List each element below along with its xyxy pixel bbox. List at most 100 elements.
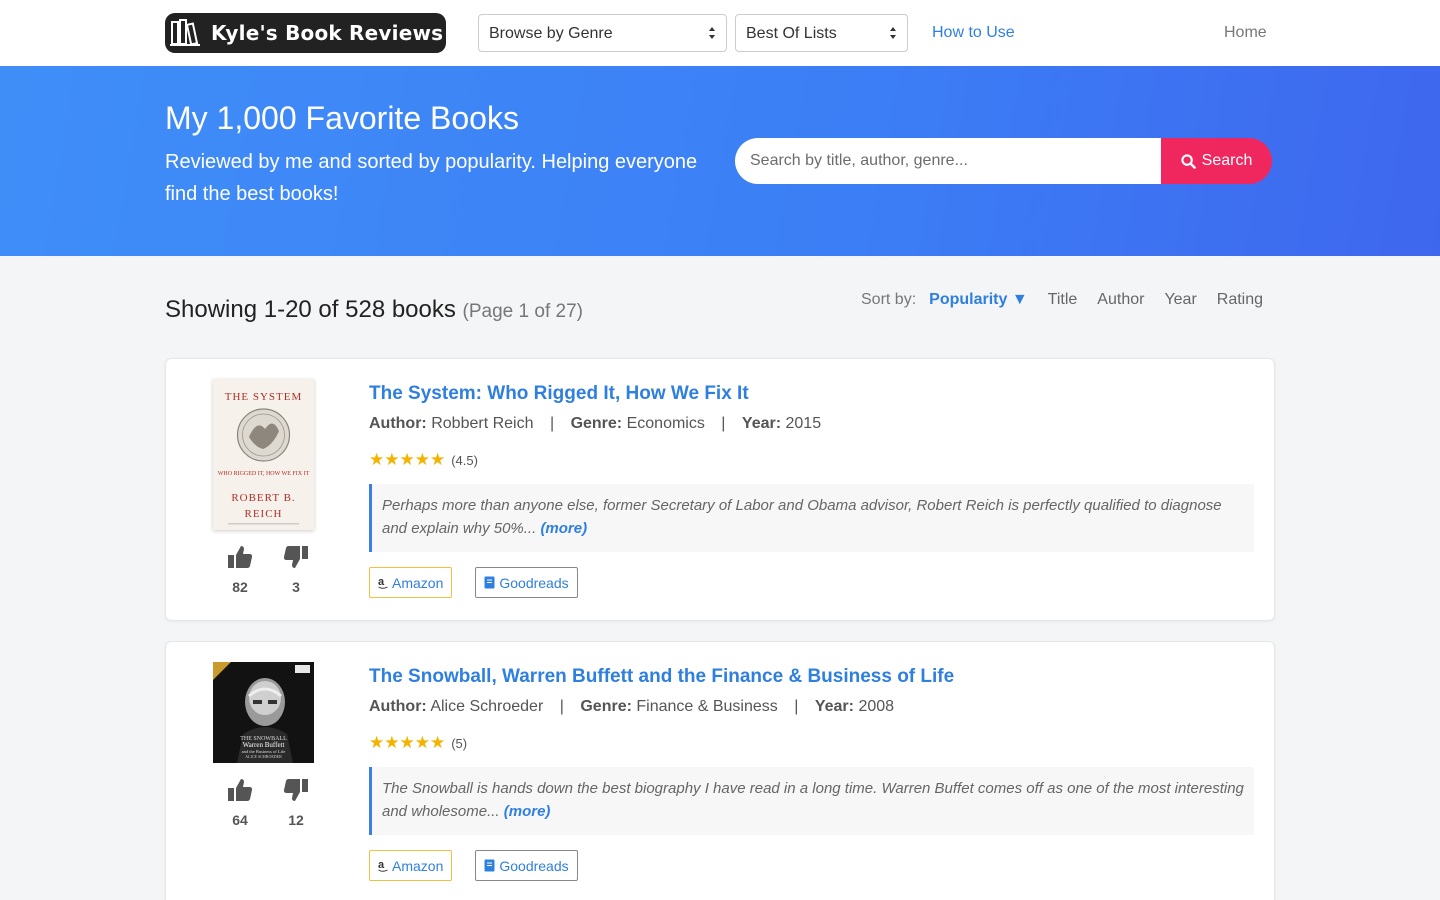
downvote-count: 3 (292, 579, 300, 595)
thumbs-up-icon (228, 546, 253, 568)
sort-label: Sort by: (861, 291, 917, 308)
book-links: a Amazon Goodreads (369, 850, 1254, 881)
sort-rating[interactable]: Rating (1217, 291, 1263, 309)
book-genre: Economics (626, 415, 705, 432)
search-bar: Search (735, 138, 1272, 184)
cover-subtitle: Warren Buffett (243, 741, 285, 749)
site-logo[interactable]: Kyle's Book Reviews (165, 13, 446, 53)
goodreads-label: Goodreads (499, 857, 569, 874)
page-title: My 1,000 Favorite Books (165, 100, 519, 136)
page-subtitle: Reviewed by me and sorted by popularity.… (165, 151, 698, 205)
book-details: The Snowball, Warren Buffett and the Fin… (369, 666, 1254, 881)
book-meta: Author: Alice Schroeder | Genre: Finance… (369, 698, 1254, 716)
book-links: a Amazon Goodreads (369, 567, 1254, 598)
meta-separator: | (549, 415, 555, 432)
amazon-button[interactable]: a Amazon (369, 567, 453, 598)
vote-controls: 82 3 (222, 544, 314, 595)
meta-separator: | (721, 415, 726, 432)
genre-label: Genre: (580, 698, 632, 715)
navbar: Kyle's Book Reviews Browse by Genre Best… (0, 0, 1440, 66)
star-rating-icon: ★★★★★ (369, 450, 446, 469)
logo-text: Kyle's Book Reviews (211, 21, 444, 45)
amazon-label: Amazon (392, 574, 444, 591)
sort-popularity[interactable]: Popularity ▼ (929, 291, 1028, 309)
svg-text:a: a (378, 576, 385, 588)
cover-author-last: REICH (245, 508, 283, 520)
book-year: 2015 (785, 415, 822, 432)
book-title-link[interactable]: The Snowball, Warren Buffett and the Fin… (369, 666, 1254, 688)
amazon-icon: a (378, 859, 388, 872)
rating-value: (4.5) (451, 452, 478, 468)
thumbs-down-icon (283, 779, 308, 801)
search-button[interactable]: Search (1161, 138, 1272, 184)
sort-title[interactable]: Title (1048, 291, 1078, 309)
star-rating-icon: ★★★★★ (369, 733, 446, 752)
book-card: THE SNOWBALL Warren Buffett and the Busi… (165, 641, 1275, 900)
hero-banner: My 1,000 Favorite Books Reviewed by me a… (0, 66, 1440, 256)
genre-label: Genre: (570, 415, 623, 432)
cover-author: ALICE SCHROEDER (245, 754, 282, 759)
results-count: Showing 1-20 of 528 books (Page 1 of 27) (165, 296, 583, 324)
books-icon (165, 13, 205, 53)
author-label: Author: (369, 698, 427, 715)
cover-author-first: ROBERT B. (231, 492, 295, 504)
page-info: (Page 1 of 27) (462, 301, 583, 322)
select-arrows-icon (709, 27, 715, 39)
sort-author[interactable]: Author (1097, 291, 1144, 309)
amazon-button[interactable]: a Amazon (369, 850, 453, 881)
upvote-count: 82 (232, 579, 248, 595)
meta-separator: | (559, 698, 564, 715)
upvote-button[interactable]: 82 (222, 544, 258, 595)
how-to-use-link[interactable]: How to Use (932, 24, 1015, 42)
search-icon (1181, 153, 1196, 169)
book-rating: ★★★★★ (5) (369, 733, 1254, 753)
sort-year[interactable]: Year (1164, 291, 1196, 309)
book-cover[interactable]: THE SYSTEM WHO RIGGED IT, HOW WE FIX IT … (213, 379, 314, 530)
book-meta: Author: Robbert Reich | Genre: Economics… (369, 415, 1254, 433)
home-link[interactable]: Home (1224, 24, 1267, 42)
downvote-count: 12 (288, 812, 304, 828)
meta-separator: | (794, 698, 799, 715)
upvote-button[interactable]: 64 (222, 777, 258, 828)
book-author: Robbert Reich (431, 415, 534, 432)
book-cover[interactable]: THE SNOWBALL Warren Buffett and the Busi… (213, 662, 314, 763)
book-rating: ★★★★★ (4.5) (369, 450, 1254, 470)
more-link[interactable]: (more) (504, 803, 551, 820)
goodreads-button[interactable]: Goodreads (475, 567, 578, 598)
thumbs-up-icon (228, 779, 253, 801)
vote-controls: 64 12 (222, 777, 314, 828)
svg-text:a: a (378, 859, 385, 871)
description-text: Perhaps more than anyone else, former Se… (382, 497, 1222, 537)
sort-bar: Sort by: Popularity ▼ Title Author Year … (861, 291, 1263, 309)
search-button-label: Search (1201, 152, 1253, 169)
select-arrows-icon (890, 27, 896, 39)
book-description: The Snowball is hands down the best biog… (369, 767, 1254, 835)
results-count-text: Showing 1-20 of 528 books (165, 296, 456, 323)
book-author: Alice Schroeder (430, 698, 544, 715)
downvote-button[interactable]: 3 (278, 544, 314, 595)
goodreads-button[interactable]: Goodreads (475, 850, 578, 881)
amazon-icon: a (378, 576, 388, 589)
book-genre: Finance & Business (636, 698, 778, 715)
book-details: The System: Who Rigged It, How We Fix It… (369, 383, 1254, 598)
year-label: Year: (814, 698, 854, 715)
upvote-count: 64 (232, 812, 248, 828)
rating-value: (5) (451, 735, 468, 751)
year-label: Year: (741, 415, 782, 432)
best-of-select-value: Best Of Lists (746, 25, 837, 42)
book-title-link[interactable]: The System: Who Rigged It, How We Fix It (369, 383, 1254, 405)
more-link[interactable]: (more) (540, 520, 587, 537)
cover-title: THE SYSTEM (225, 391, 303, 403)
author-label: Author: (369, 415, 427, 432)
cover-subtitle: WHO RIGGED IT, HOW WE FIX IT (218, 471, 310, 477)
book-icon (484, 859, 495, 872)
book-card: THE SYSTEM WHO RIGGED IT, HOW WE FIX IT … (165, 358, 1275, 621)
genre-select[interactable]: Browse by Genre (478, 14, 727, 52)
amazon-label: Amazon (392, 857, 444, 874)
best-of-select[interactable]: Best Of Lists (735, 14, 908, 52)
book-icon (484, 576, 495, 589)
search-input[interactable] (735, 138, 1161, 184)
downvote-button[interactable]: 12 (278, 777, 314, 828)
goodreads-label: Goodreads (499, 574, 569, 591)
book-year: 2008 (858, 698, 895, 715)
